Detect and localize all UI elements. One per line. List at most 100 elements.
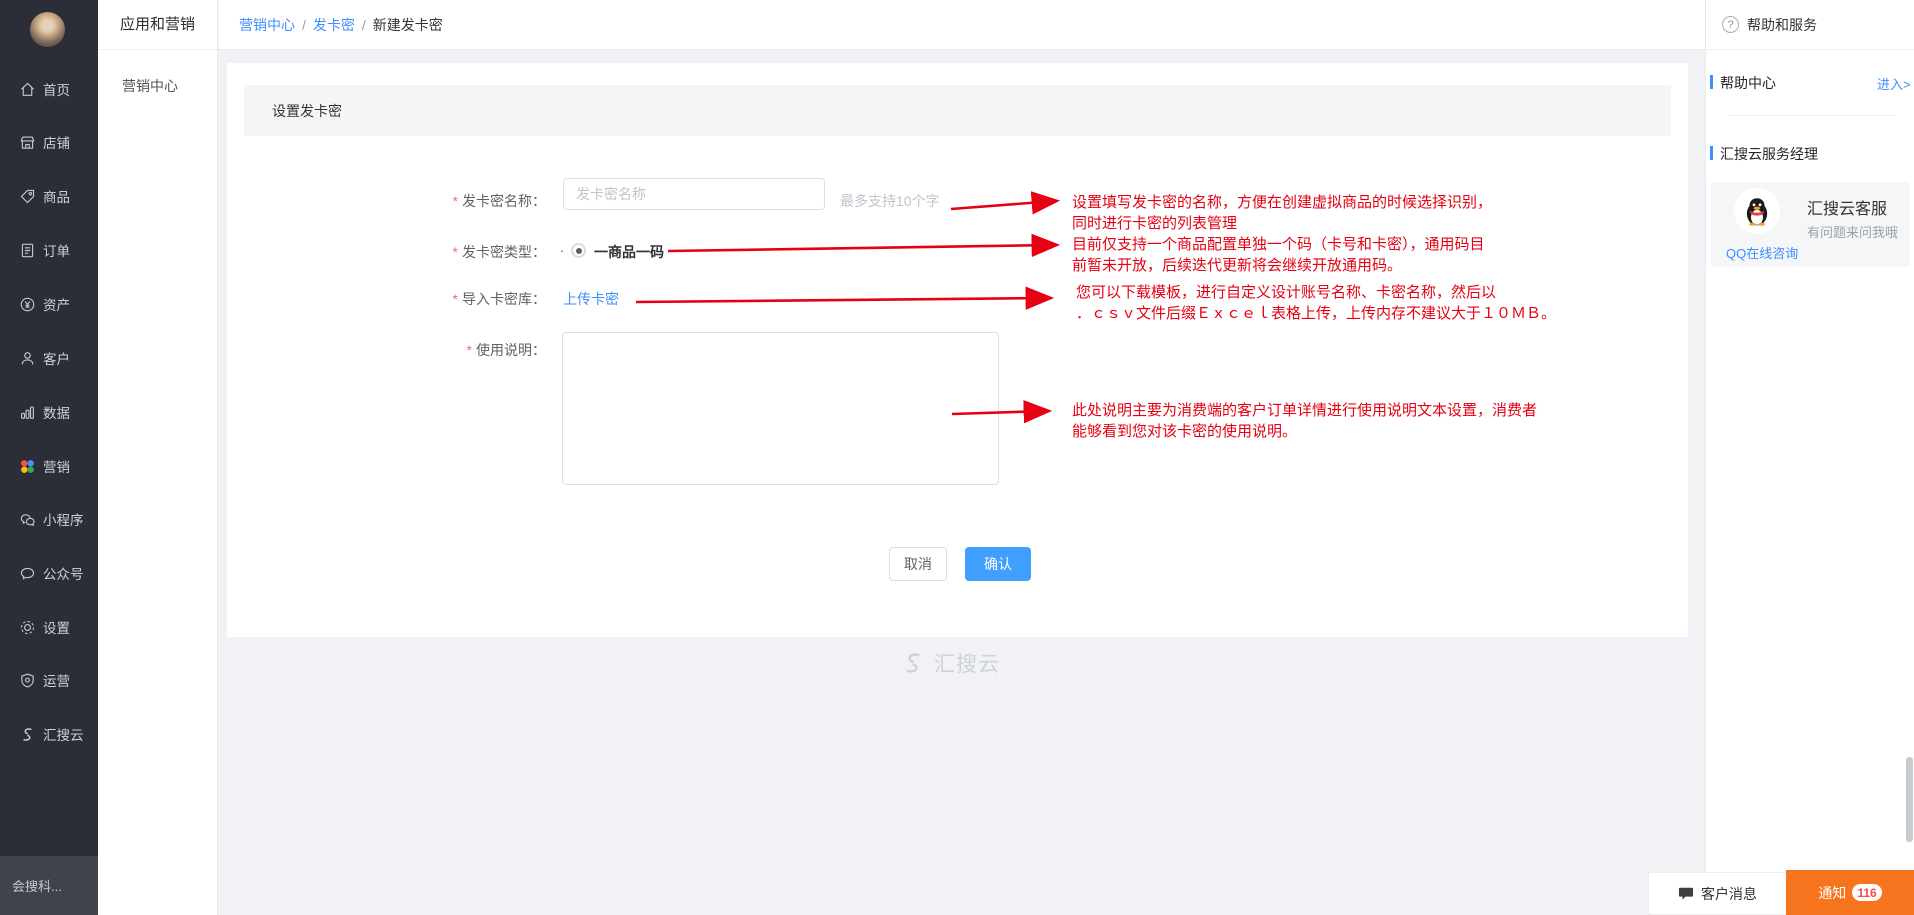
upload-card-keys-link[interactable]: 上传卡密	[563, 289, 619, 309]
help-panel: ? 帮助和服务 帮助中心 进入> 汇搜云服务经理	[1705, 0, 1914, 915]
sidebar-item-label: 运营	[43, 670, 70, 690]
breadcrumb-marketing-center[interactable]: 营销中心	[239, 15, 295, 35]
huisou-logo-icon	[900, 650, 926, 676]
annotation-name: 设置填写发卡密的名称，方便在创建虚拟商品的时候选择识别，同时进行卡密的列表管理	[1072, 192, 1492, 234]
service-manager-title: 汇搜云服务经理	[1720, 144, 1818, 164]
service-agent-name: 汇搜云客服	[1807, 195, 1887, 219]
service-card: 汇搜云客服 有问题来问我哦 QQ在线咨询	[1711, 182, 1910, 267]
sidebar-item-store[interactable]: 店铺	[0, 128, 98, 156]
primary-sidebar: 首页 店铺 商品 订单 资产 客户 数据 营销	[0, 0, 98, 915]
marketing-icon	[19, 458, 36, 475]
sidebar-item-label: 公众号	[43, 563, 84, 583]
qq-penguin-icon	[1741, 195, 1773, 227]
qq-avatar	[1734, 188, 1780, 234]
sidebar-footer-label: 会搜科...	[12, 876, 62, 895]
field-label-type: *发卡密类型：	[227, 242, 546, 262]
help-panel-title: 帮助和服务	[1747, 15, 1817, 35]
type-radio-label[interactable]: 一商品一码	[594, 242, 664, 262]
breadcrumb-separator: /	[302, 17, 306, 33]
breadcrumb-separator: /	[362, 17, 366, 33]
section-marker	[1710, 146, 1713, 160]
field-label-usage: *使用说明：	[227, 340, 546, 360]
sidebar-item-label: 设置	[43, 617, 70, 637]
service-agent-desc: 有问题来问我哦	[1807, 222, 1898, 241]
sidebar-item-home[interactable]: 首页	[0, 75, 98, 103]
divider	[1728, 115, 1896, 116]
required-mark: *	[453, 291, 458, 307]
scrollbar-thumb[interactable]	[1906, 757, 1913, 842]
name-length-hint: 最多支持10个字	[840, 191, 940, 211]
sidebar-item-label: 订单	[43, 240, 70, 260]
official-account-icon	[19, 565, 36, 582]
data-chart-icon	[19, 404, 36, 421]
sidebar-item-miniprogram[interactable]: 小程序	[0, 505, 98, 533]
huisou-logo-icon	[19, 726, 36, 743]
sidebar-item-label: 小程序	[43, 509, 84, 529]
miniprogram-icon	[19, 511, 36, 528]
notice-badge: 116	[1852, 884, 1881, 901]
customer-icon	[19, 350, 36, 367]
store-icon	[19, 134, 36, 151]
user-avatar[interactable]	[30, 12, 65, 47]
sidebar-item-label: 客户	[43, 348, 70, 368]
operation-icon	[19, 672, 36, 689]
sidebar-item-marketing[interactable]: 营销	[0, 452, 98, 480]
help-center-row: 帮助中心 进入>	[1706, 72, 1914, 92]
sidebar-item-goods[interactable]: 商品	[0, 182, 98, 210]
required-mark: *	[467, 342, 472, 358]
watermark: 汇搜云	[900, 648, 1000, 678]
cancel-button[interactable]: 取消	[889, 547, 947, 581]
breadcrumb-current: 新建发卡密	[373, 15, 443, 35]
required-mark: *	[453, 193, 458, 209]
watermark-label: 汇搜云	[934, 648, 1000, 678]
breadcrumb-fakami[interactable]: 发卡密	[313, 15, 355, 35]
customer-messages-label: 客户消息	[1701, 884, 1757, 904]
service-manager-row: 汇搜云服务经理	[1706, 143, 1914, 163]
sidebar-item-operation[interactable]: 运营	[0, 666, 98, 694]
card-title: 设置发卡密	[272, 101, 342, 121]
qq-online-consult-link[interactable]: QQ在线咨询	[1726, 243, 1798, 262]
customer-messages-button[interactable]: 客户消息	[1648, 872, 1786, 915]
order-icon	[19, 242, 36, 259]
annotation-type: 目前仅支持一个商品配置单独一个码（卡号和卡密），通用码目前暂未开放，后续迭代更新…	[1072, 234, 1485, 276]
annotation-import: 您可以下载模板，进行自定义设计账号名称、卡密名称，然后以．ｃｓｖ文件后缀Ｅｘｃｅ…	[1076, 282, 1556, 324]
sidebar-footer[interactable]: 会搜科...	[0, 856, 98, 915]
sidebar-item-label: 首页	[43, 79, 70, 99]
sidebar-item-label: 数据	[43, 402, 70, 422]
sidebar-item-label: 店铺	[43, 132, 70, 152]
annotation-usage: 此处说明主要为消费端的客户订单详情进行使用说明文本设置，消费者能够看到您对该卡密…	[1072, 400, 1537, 442]
sidebar-item-label: 资产	[43, 294, 70, 314]
app-window: 首页 店铺 商品 订单 资产 客户 数据 营销	[0, 0, 1914, 915]
main-content: 设置发卡密 *发卡密名称： 最多支持10个字 *发卡密类型： . 一商品一码 *…	[219, 50, 1705, 915]
topbar: 营销中心 / 发卡密 / 新建发卡密	[219, 0, 1705, 50]
goods-tag-icon	[19, 188, 36, 205]
notice-button[interactable]: 通知 116	[1786, 870, 1914, 915]
sidebar-item-customers[interactable]: 客户	[0, 344, 98, 372]
assets-icon	[19, 296, 36, 313]
help-center-enter-link[interactable]: 进入>	[1877, 74, 1911, 93]
notice-label: 通知	[1818, 883, 1846, 903]
settings-icon	[19, 619, 36, 636]
sidebar-item-settings[interactable]: 设置	[0, 613, 98, 641]
sidebar-item-huisouyun[interactable]: 汇搜云	[0, 720, 98, 748]
type-dot: .	[560, 239, 564, 255]
confirm-button[interactable]: 确认	[965, 547, 1031, 581]
type-radio-selected[interactable]	[571, 243, 586, 258]
sidebar-item-label: 商品	[43, 186, 70, 206]
sidebar-item-label: 汇搜云	[43, 724, 84, 744]
field-label-import: *导入卡密库：	[227, 289, 546, 309]
sidebar-item-data[interactable]: 数据	[0, 398, 98, 426]
chat-icon	[1678, 886, 1694, 901]
home-icon	[19, 81, 36, 98]
question-icon: ?	[1722, 16, 1739, 33]
sidebar-item-official-account[interactable]: 公众号	[0, 559, 98, 587]
name-input[interactable]	[563, 178, 825, 210]
sidebar-item-orders[interactable]: 订单	[0, 236, 98, 264]
sidebar-item-label: 营销	[43, 456, 70, 476]
required-mark: *	[453, 244, 458, 260]
field-label-name: *发卡密名称：	[227, 191, 546, 211]
card-header: 设置发卡密	[244, 85, 1671, 136]
menu-item-marketing-center[interactable]: 营销中心	[122, 76, 217, 96]
usage-textarea[interactable]	[562, 332, 999, 485]
sidebar-item-assets[interactable]: 资产	[0, 290, 98, 318]
